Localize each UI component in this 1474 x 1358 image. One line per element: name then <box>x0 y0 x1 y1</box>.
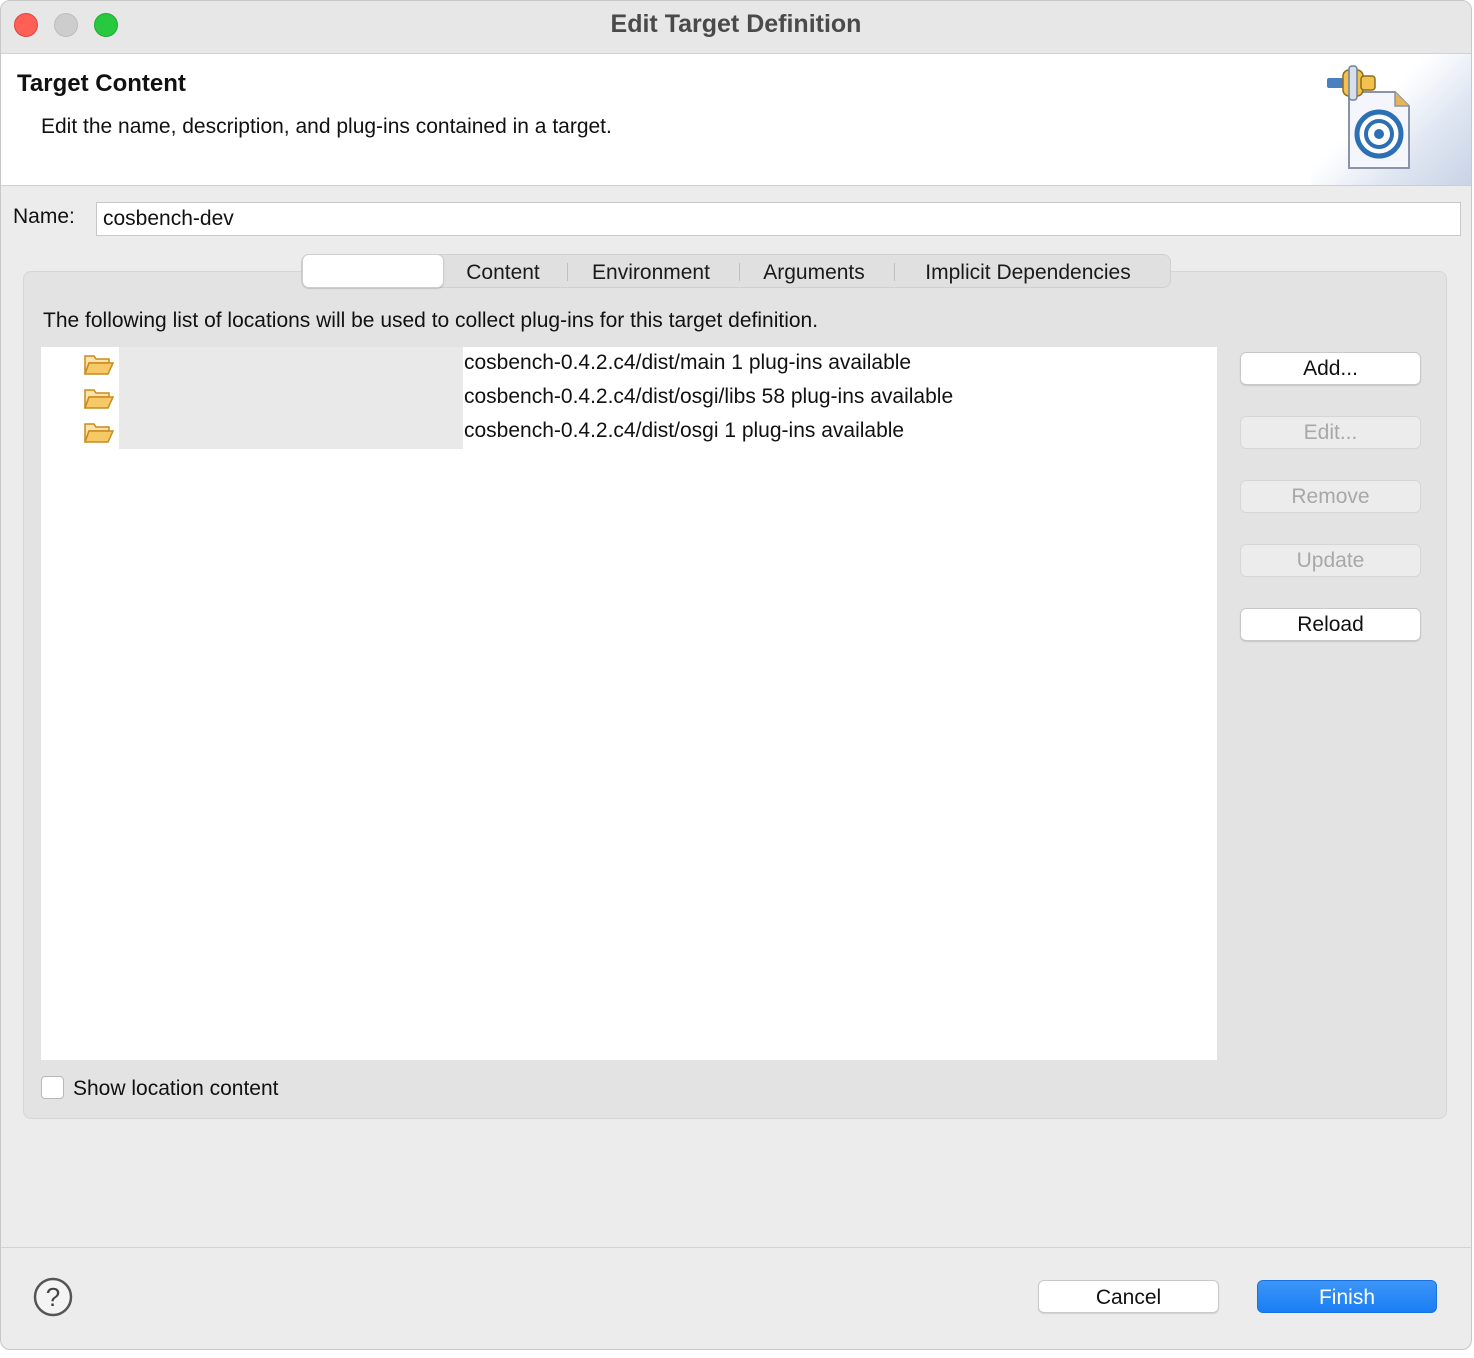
show-location-content-checkbox[interactable] <box>41 1076 64 1099</box>
tab-bar: Content Environment Arguments Implicit D… <box>301 254 1171 288</box>
tab-separator <box>894 263 895 281</box>
location-label: cosbench-0.4.2.c4/dist/main 1 plug-ins a… <box>464 351 912 374</box>
tab-separator <box>739 263 740 281</box>
locations-tree[interactable]: cosbench-0.4.2.c4/dist/main 1 plug-ins a… <box>41 347 1217 1060</box>
location-label: cosbench-0.4.2.c4/dist/osgi 1 plug-ins a… <box>464 419 905 442</box>
folder-open-icon <box>83 389 115 409</box>
svg-text:?: ? <box>46 1282 60 1312</box>
reload-button[interactable]: Reload <box>1240 608 1421 641</box>
title-bar: Edit Target Definition <box>1 1 1471 54</box>
location-label: cosbench-0.4.2.c4/dist/osgi/libs 58 plug… <box>464 385 954 408</box>
redacted-path <box>119 415 463 449</box>
location-item[interactable]: cosbench-0.4.2.c4/dist/osgi/libs 58 plug… <box>41 381 1217 415</box>
footer-divider <box>1 1247 1471 1248</box>
tab-content[interactable]: Content <box>450 255 556 287</box>
tab-arguments[interactable]: Arguments <box>746 255 882 287</box>
banner-art <box>1311 54 1471 185</box>
window-title: Edit Target Definition <box>610 10 862 38</box>
wizard-banner: Target Content Edit the name, descriptio… <box>1 54 1471 186</box>
edit-target-definition-dialog: Edit Target Definition Target Content Ed… <box>0 0 1472 1350</box>
locations-description: The following list of locations will be … <box>43 309 819 332</box>
location-item[interactable]: cosbench-0.4.2.c4/dist/main 1 plug-ins a… <box>41 347 1217 381</box>
redacted-path <box>119 381 463 415</box>
name-input[interactable] <box>96 202 1461 236</box>
banner-description: Edit the name, description, and plug-ins… <box>41 115 612 138</box>
add-button[interactable]: Add... <box>1240 352 1421 385</box>
folder-open-icon <box>83 423 115 443</box>
redacted-path <box>119 347 463 381</box>
location-item[interactable]: cosbench-0.4.2.c4/dist/osgi 1 plug-ins a… <box>41 415 1217 449</box>
update-button[interactable]: Update <box>1240 544 1421 577</box>
banner-title: Target Content <box>17 70 186 97</box>
tab-environment[interactable]: Environment <box>574 255 728 287</box>
remove-button[interactable]: Remove <box>1240 480 1421 513</box>
tab-implicit-dependencies[interactable]: Implicit Dependencies <box>900 255 1156 287</box>
tab-locations[interactable] <box>302 254 444 288</box>
folder-open-icon <box>83 355 115 375</box>
name-label: Name: <box>13 205 75 228</box>
edit-button[interactable]: Edit... <box>1240 416 1421 449</box>
cancel-button[interactable]: Cancel <box>1038 1280 1219 1313</box>
help-icon[interactable]: ? <box>33 1277 73 1317</box>
finish-button[interactable]: Finish <box>1257 1280 1437 1313</box>
show-location-content-label[interactable]: Show location content <box>73 1077 278 1101</box>
target-definition-icon <box>1327 65 1410 169</box>
tab-separator <box>567 263 568 281</box>
